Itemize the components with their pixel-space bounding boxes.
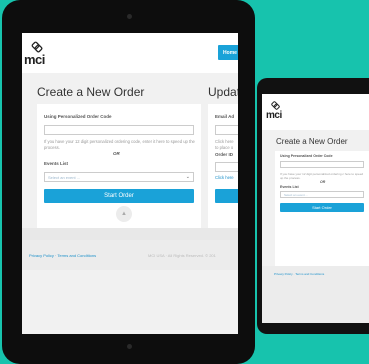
chevron-up-icon: ▲ xyxy=(121,211,127,217)
start-order-button[interactable]: Start Order xyxy=(44,189,194,203)
update-click-here-link[interactable]: Click here xyxy=(215,175,234,181)
tablet-home-dot xyxy=(127,344,132,349)
tablet-camera xyxy=(127,14,132,19)
tablet-device: mci Home Create a New Order Updat Using … xyxy=(2,0,255,364)
order-code-help: If you have your 12 digit personalized o… xyxy=(44,139,195,150)
order-code-input[interactable] xyxy=(44,125,194,135)
event-select[interactable]: Select an event ... ⌄ xyxy=(44,172,194,182)
mci-logo[interactable]: mci xyxy=(24,40,45,66)
scroll-top-button[interactable]: ▲ xyxy=(116,206,132,222)
mci-knot-logo-icon xyxy=(271,101,281,110)
phone-event-select-placeholder: Select an event ... xyxy=(284,193,309,197)
site-footer: Privacy Policy · Terms and Conditions MC… xyxy=(22,240,238,270)
events-list-label: Events List xyxy=(44,161,69,166)
update-order-card: Email Ad Click here to place o Order ID … xyxy=(208,104,238,238)
phone-start-order-button[interactable]: Start Order xyxy=(280,203,364,212)
phone-or-separator: OR xyxy=(320,180,326,184)
event-select-placeholder: Select an event ... xyxy=(48,175,81,180)
or-separator: OR xyxy=(113,151,120,156)
phone-event-select[interactable]: Select an event ... xyxy=(280,191,364,198)
update-order-button[interactable] xyxy=(215,189,238,203)
order-code-label: Using Personalized Order Code xyxy=(44,114,112,119)
phone-order-code-input[interactable] xyxy=(280,161,364,168)
phone-logo-text: mci xyxy=(266,110,282,121)
order-id-label: Order ID xyxy=(215,152,234,157)
footer-band xyxy=(22,228,238,240)
phone-screen: mci Create a New Order Using Personalize… xyxy=(262,94,369,323)
phone-device: mci Create a New Order Using Personalize… xyxy=(257,78,369,334)
home-button[interactable]: Home xyxy=(218,45,238,60)
tablet-screen: mci Home Create a New Order Updat Using … xyxy=(22,33,238,334)
mci-knot-logo-icon xyxy=(32,41,43,53)
update-help-line1: Click here xyxy=(215,139,234,144)
phone-mci-logo[interactable]: mci xyxy=(266,100,282,121)
chevron-down-icon: ⌄ xyxy=(185,174,190,180)
phone-site-footer: Privacy Policy · Terms and Conditions xyxy=(262,266,369,323)
order-id-input[interactable] xyxy=(215,162,238,172)
footer-copyright: MCI USA · All Rights Reserved. © 201 xyxy=(148,253,216,258)
phone-footer-links[interactable]: Privacy Policy · Terms and Conditions xyxy=(274,272,324,276)
phone-create-order-title: Create a New Order xyxy=(276,137,348,146)
phone-order-code-help: If you have your 12 digit personalized o… xyxy=(280,172,364,180)
create-order-title: Create a New Order xyxy=(37,85,145,99)
footer-links[interactable]: Privacy Policy · Terms and Conditions xyxy=(29,253,96,258)
email-label: Email Ad xyxy=(215,114,235,119)
phone-events-list-label: Events List xyxy=(280,185,299,189)
email-input[interactable] xyxy=(215,125,238,135)
logo-text: mci xyxy=(24,52,45,67)
site-header: mci Home xyxy=(22,33,238,73)
phone-order-code-label: Using Personalized Order Code xyxy=(280,154,333,158)
update-help-line2: to place o xyxy=(215,145,234,150)
update-order-title: Updat xyxy=(208,85,238,99)
phone-site-header: mci xyxy=(262,94,369,130)
